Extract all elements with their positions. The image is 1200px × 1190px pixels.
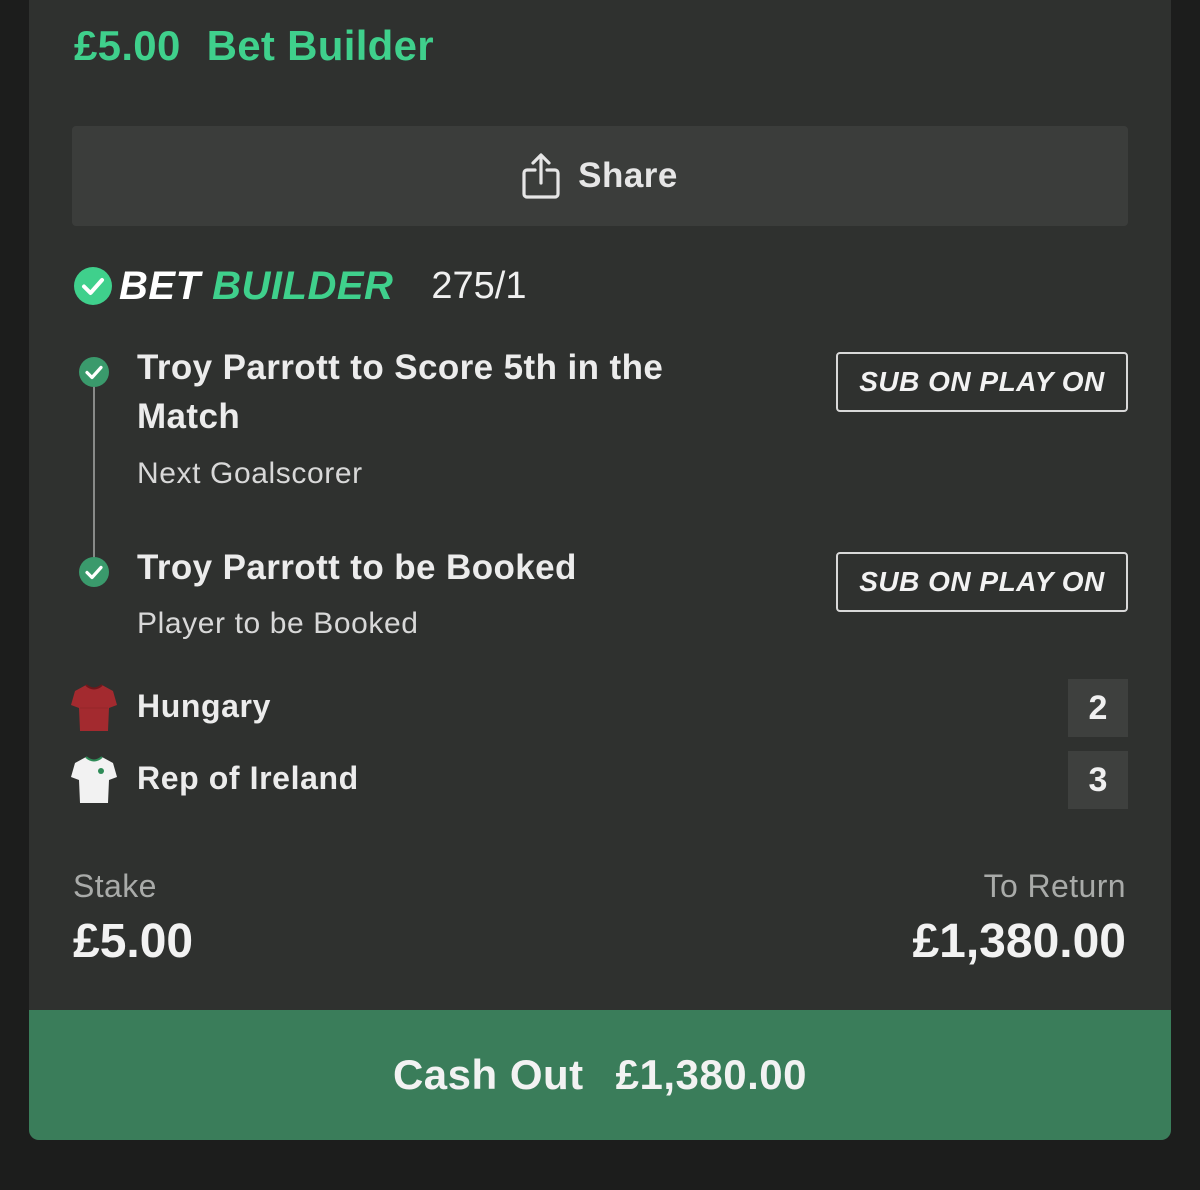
team-row-hungary: Hungary 2 <box>69 679 1128 737</box>
bet-header-title: £5.00 Bet Builder <box>74 22 434 70</box>
share-icon <box>522 153 560 199</box>
bet-builder-logo-part2: BUILDER <box>212 263 394 308</box>
share-label: Share <box>578 156 678 195</box>
legs-connector-line <box>93 382 95 570</box>
team-score: 3 <box>1068 751 1128 809</box>
leg-2-title: Troy Parrott to be Booked <box>137 548 577 587</box>
team-score: 2 <box>1068 679 1128 737</box>
to-return-value: £1,380.00 <box>912 915 1126 968</box>
stake-value: £5.00 <box>73 915 194 968</box>
red-shirt-icon <box>71 683 117 733</box>
check-circle-icon <box>78 556 110 588</box>
leg-1-market: Next Goalscorer <box>137 457 363 490</box>
leg-1-title: Troy Parrott to Score 5th in the Match <box>137 343 663 441</box>
leg-1-title-line2: Match <box>137 397 241 436</box>
bet-builder-header: BET BUILDER 275/1 <box>73 262 527 310</box>
header-bet-type: Bet Builder <box>206 22 434 69</box>
to-return-label: To Return <box>983 868 1126 904</box>
bet-builder-logo-part1: BET <box>119 263 201 308</box>
cash-out-button[interactable]: Cash Out £1,380.00 <box>29 1010 1171 1140</box>
bet-card: £5.00 Bet Builder Share BET BUILDER 275/1 <box>29 0 1171 1140</box>
leg-2-market: Player to be Booked <box>137 607 419 640</box>
bet-odds: 275/1 <box>431 264 527 307</box>
leg-2-sub-on-play-on-badge[interactable]: SUB ON PLAY ON <box>836 552 1128 612</box>
team-row-rep-of-ireland: Rep of Ireland 3 <box>69 751 1128 809</box>
check-circle-icon <box>78 356 110 388</box>
team-name: Hungary <box>137 688 271 724</box>
leg-1-title-line1: Troy Parrott to Score 5th in the <box>137 348 664 387</box>
team-name: Rep of Ireland <box>137 760 359 796</box>
cash-out-label: Cash Out <box>392 1051 584 1098</box>
header-stake: £5.00 <box>74 22 181 69</box>
stake-label: Stake <box>73 868 157 904</box>
cash-out-amount: £1,380.00 <box>615 1051 808 1098</box>
share-button[interactable]: Share <box>72 126 1128 226</box>
leg-1-sub-on-play-on-badge[interactable]: SUB ON PLAY ON <box>836 352 1128 412</box>
white-shirt-icon <box>71 755 117 805</box>
bet-builder-logo: BET BUILDER <box>119 264 393 309</box>
check-circle-icon <box>73 266 113 306</box>
